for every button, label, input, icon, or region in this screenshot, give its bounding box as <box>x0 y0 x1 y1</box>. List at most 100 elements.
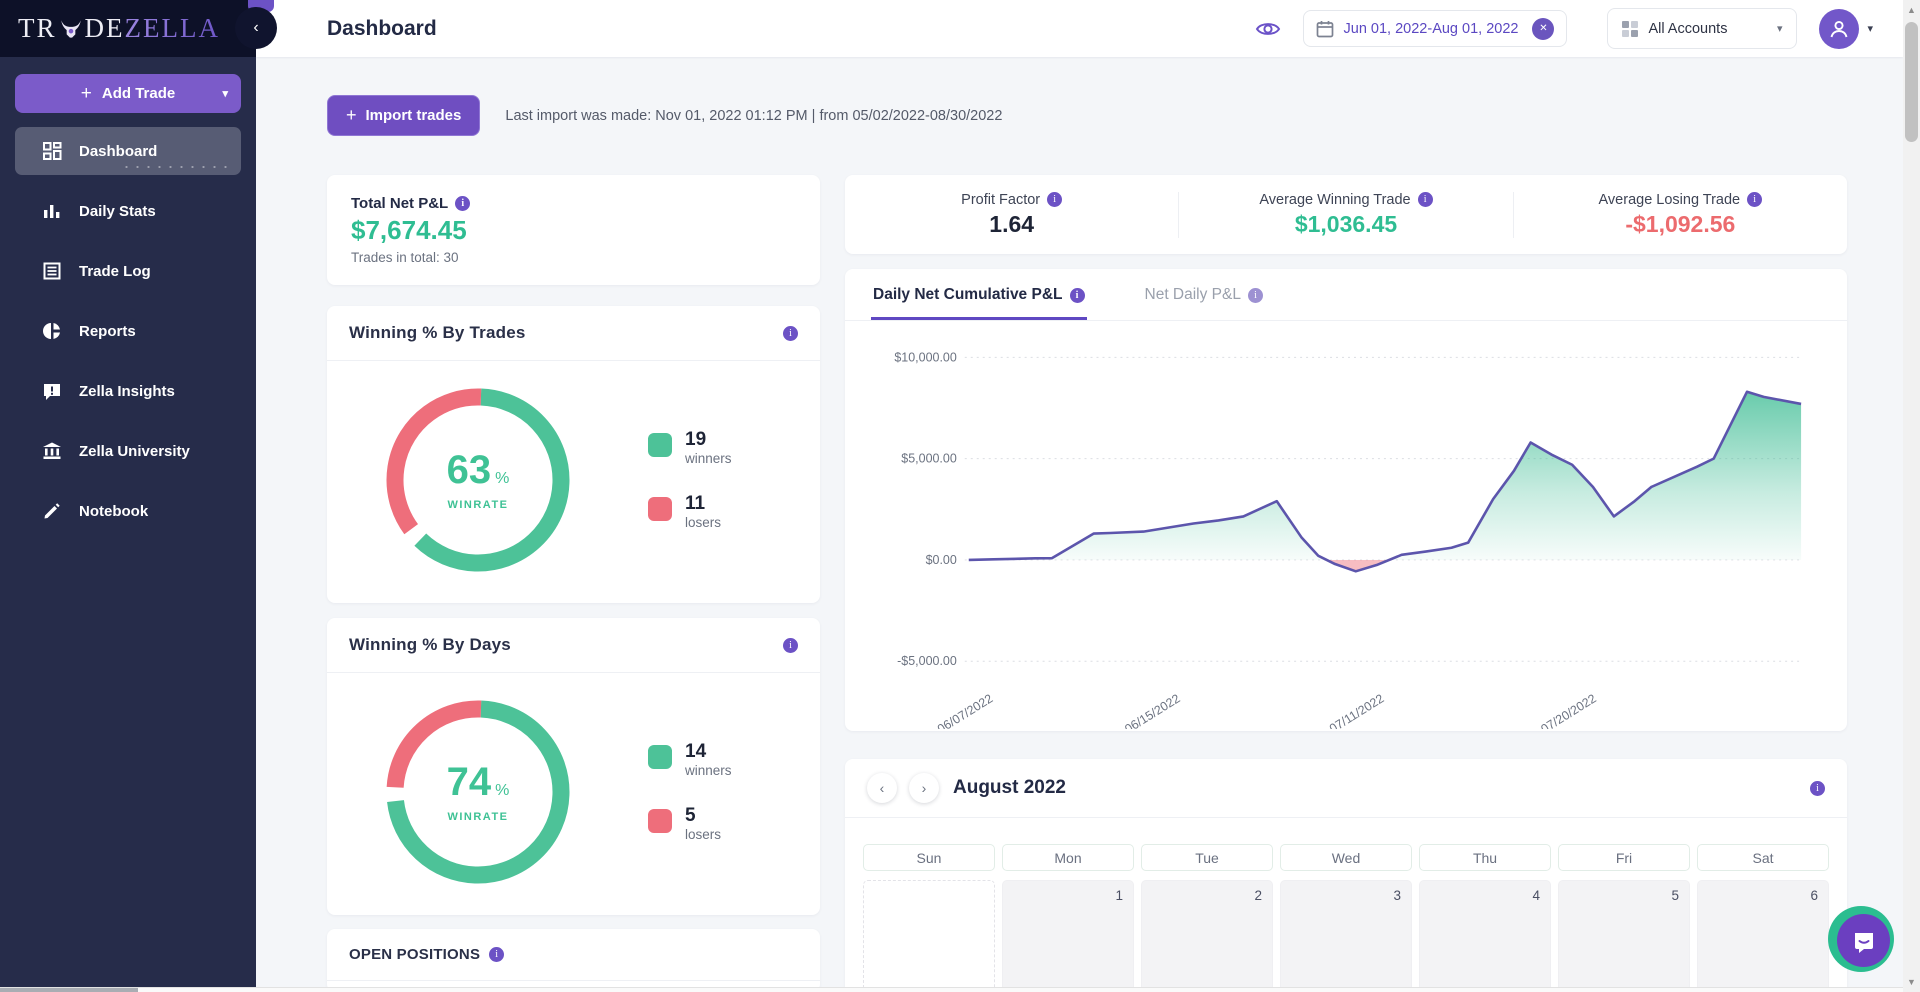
pie-chart-icon <box>42 321 62 341</box>
calendar-next-button[interactable]: › <box>909 773 939 803</box>
sidebar: TR DE ZELLA ‹ + Add Trade ▾ Dashboard <box>0 0 256 992</box>
page-title: Dashboard <box>327 17 437 41</box>
avg-losing-trade-cell: Average Losing Trade i -$1,092.56 <box>1513 192 1847 238</box>
tab-label: Daily Net Cumulative P&L <box>873 286 1063 304</box>
sidebar-item-label: Reports <box>79 323 136 340</box>
calendar-day-cell[interactable]: 5 <box>1558 880 1690 992</box>
svg-text:06/15/2022: 06/15/2022 <box>1122 691 1182 729</box>
sidebar-item-zella-insights[interactable]: Zella Insights <box>15 367 241 415</box>
vertical-scrollbar-thumb[interactable] <box>1905 22 1918 142</box>
visibility-eye-icon[interactable] <box>1255 16 1281 42</box>
trades-in-total: Trades in total: 30 <box>351 250 796 265</box>
winrate-percent: 74 <box>447 760 492 804</box>
svg-text:$10,000.00: $10,000.00 <box>894 350 956 364</box>
horizontal-scrollbar[interactable] <box>0 987 1903 992</box>
logo-text-mid: DE <box>85 13 125 44</box>
calendar-day-cell[interactable]: 6 <box>1697 880 1829 992</box>
info-icon[interactable]: i <box>1418 192 1433 207</box>
calendar-day-cell[interactable]: 1 <box>1002 880 1134 992</box>
calendar-day-cell[interactable] <box>863 880 995 992</box>
info-icon[interactable]: i <box>1810 781 1825 796</box>
sidebar-item-dashboard[interactable]: Dashboard <box>15 127 241 175</box>
day-number: 1 <box>1115 888 1123 903</box>
info-icon[interactable]: i <box>489 947 504 962</box>
info-icon[interactable]: i <box>783 326 798 341</box>
date-range-picker[interactable]: Jun 01, 2022-Aug 01, 2022 ✕ <box>1303 10 1568 47</box>
info-icon[interactable]: i <box>1047 192 1062 207</box>
info-icon[interactable]: i <box>455 196 470 211</box>
losers-legend: 11 losers <box>648 494 732 530</box>
import-trades-button[interactable]: + Import trades <box>327 95 480 136</box>
winning-by-trades-title: Winning % By Trades <box>349 323 526 343</box>
losers-label: losers <box>685 515 721 530</box>
person-icon <box>1828 18 1850 40</box>
info-icon[interactable]: i <box>1248 288 1263 303</box>
avg-winning-trade-cell: Average Winning Trade i $1,036.45 <box>1178 192 1512 238</box>
calendar-day-cell[interactable]: 4 <box>1419 880 1551 992</box>
winrate-label: WINRATE <box>447 499 508 511</box>
losers-label: losers <box>685 827 721 842</box>
total-net-pl-value: $7,674.45 <box>351 215 796 246</box>
calendar-day-cell[interactable]: 3 <box>1280 880 1412 992</box>
left-column: Total Net P&L i $7,674.45 Trades in tota… <box>327 175 820 992</box>
winners-label: winners <box>685 451 732 466</box>
winrate-donut-chart: 74% WINRATE <box>383 697 573 887</box>
sidebar-item-daily-stats[interactable]: Daily Stats <box>15 187 241 235</box>
add-trade-button[interactable]: + Add Trade ▾ <box>15 74 241 113</box>
svg-text:$0.00: $0.00 <box>926 553 957 567</box>
calendar-prev-button[interactable]: ‹ <box>867 773 897 803</box>
weekday-header: Sat <box>1697 844 1829 871</box>
avatar[interactable] <box>1819 9 1859 49</box>
tab-net-daily-pl[interactable]: Net Daily P&L i <box>1143 269 1265 320</box>
sidebar-collapse-button[interactable]: ‹ <box>235 7 277 49</box>
calendar-day-cell[interactable]: 2 <box>1141 880 1273 992</box>
close-icon: ✕ <box>1539 23 1547 34</box>
clear-date-button[interactable]: ✕ <box>1532 18 1554 40</box>
weekday-header: Thu <box>1419 844 1551 871</box>
pencil-icon <box>42 501 62 521</box>
winners-count: 19 <box>685 430 732 451</box>
sidebar-item-notebook[interactable]: Notebook <box>15 487 241 535</box>
avg-winning-trade-value: $1,036.45 <box>1179 211 1512 238</box>
sidebar-item-reports[interactable]: Reports <box>15 307 241 355</box>
app-logo[interactable]: TR DE ZELLA <box>18 13 220 44</box>
user-menu[interactable]: ▾ <box>1819 9 1873 49</box>
chevron-down-icon: ▾ <box>1867 22 1873 35</box>
tab-daily-net-cumulative-pl[interactable]: Daily Net Cumulative P&L i <box>871 269 1087 320</box>
logo-block: TR DE ZELLA ‹ <box>0 0 256 57</box>
tab-label: Net Daily P&L <box>1145 286 1241 304</box>
scroll-up-icon[interactable]: ▲ <box>1903 2 1920 18</box>
chat-launcher[interactable] <box>1828 906 1896 974</box>
day-number: 3 <box>1393 888 1401 903</box>
svg-text:07/11/2022: 07/11/2022 <box>1327 691 1387 729</box>
losers-legend: 5 losers <box>648 806 732 842</box>
bar-chart-icon <box>42 201 62 221</box>
profit-factor-label: Profit Factor <box>961 192 1040 208</box>
horizontal-scrollbar-thumb[interactable] <box>0 988 138 992</box>
sidebar-item-trade-log[interactable]: Trade Log <box>15 247 241 295</box>
main-content: Total Net P&L i $7,674.45 Trades in tota… <box>256 57 1903 992</box>
chat-button[interactable] <box>1837 914 1890 967</box>
accounts-select[interactable]: All Accounts ▾ <box>1607 8 1797 49</box>
logo-text-zella: ZELLA <box>125 13 220 44</box>
calendar-month-title: August 2022 <box>953 777 1066 799</box>
info-icon[interactable]: i <box>783 638 798 653</box>
total-net-pl-card: Total Net P&L i $7,674.45 Trades in tota… <box>327 175 820 285</box>
avg-winning-trade-label: Average Winning Trade <box>1259 192 1410 208</box>
svg-text:06/07/2022: 06/07/2022 <box>935 691 995 729</box>
add-trade-label: Add Trade <box>102 85 175 102</box>
vertical-scrollbar[interactable]: ▲ ▼ <box>1903 0 1920 992</box>
svg-text:-$5,000.00: -$5,000.00 <box>897 654 957 668</box>
scroll-down-icon[interactable]: ▼ <box>1903 974 1920 990</box>
calendar-grid: SunMonTueWedThuFriSat 123456 <box>845 818 1847 992</box>
avg-losing-trade-label: Average Losing Trade <box>1599 192 1741 208</box>
plus-icon: + <box>346 105 357 126</box>
info-icon[interactable]: i <box>1070 288 1085 303</box>
info-icon[interactable]: i <box>1747 192 1762 207</box>
winners-legend: 14 winners <box>648 742 732 778</box>
accounts-grid-icon <box>1622 21 1638 37</box>
day-number: 6 <box>1810 888 1818 903</box>
avg-losing-trade-value: -$1,092.56 <box>1514 211 1847 238</box>
day-number: 5 <box>1671 888 1679 903</box>
sidebar-item-zella-university[interactable]: Zella University <box>15 427 241 475</box>
